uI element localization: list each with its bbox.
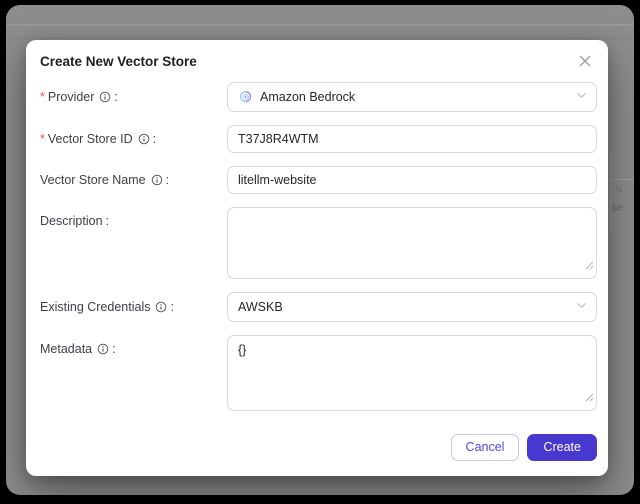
chevron-down-icon — [576, 300, 587, 314]
info-icon[interactable] — [138, 133, 150, 145]
form-row-existing-credentials: Existing Credentials : AWSKB — [40, 292, 597, 322]
background-header-line — [6, 24, 634, 26]
provider-select-value: Amazon Bedrock — [260, 90, 356, 104]
screen: ↑↓ se Create New Vector Store * Provider… — [0, 0, 640, 504]
provider-label-text: Provider — [47, 90, 95, 104]
form-row-description: Description : — [40, 207, 597, 279]
label-colon: : — [105, 214, 110, 228]
label-colon: : — [152, 132, 157, 146]
provider-select[interactable]: Amazon Bedrock — [227, 82, 597, 112]
background-table-row-line — [610, 179, 634, 180]
vector-store-name-label-text: Vector Store Name — [40, 173, 146, 187]
existing-credentials-select-value: AWSKB — [238, 300, 283, 314]
label-colon: : — [112, 342, 116, 356]
vector-store-id-label: * Vector Store ID : — [40, 131, 227, 147]
description-label-text: Description — [40, 214, 103, 228]
required-mark: * — [40, 132, 45, 146]
form-row-vector-store-id: * Vector Store ID : — [40, 125, 597, 153]
form-row-provider: * Provider : Amazon Bedrock — [40, 82, 597, 112]
close-icon — [579, 55, 591, 67]
existing-credentials-label-text: Existing Credentials — [40, 300, 151, 314]
background-table-border — [610, 153, 611, 229]
vector-store-name-label: Vector Store Name : — [40, 172, 227, 188]
description-textarea[interactable] — [227, 207, 597, 279]
form-row-vector-store-name: Vector Store Name : — [40, 166, 597, 194]
chevron-down-icon — [576, 90, 587, 104]
background-table-fragment: ↑↓ se — [610, 153, 634, 229]
background-partial-text: se — [612, 202, 624, 214]
metadata-label: Metadata : — [40, 335, 227, 357]
info-icon[interactable] — [99, 91, 111, 103]
close-button[interactable] — [574, 50, 596, 72]
form-row-metadata: Metadata : {} — [40, 335, 597, 411]
metadata-textarea[interactable]: {} — [227, 335, 597, 411]
description-label: Description : — [40, 207, 227, 229]
metadata-label-text: Metadata — [40, 342, 93, 356]
create-vector-store-modal: Create New Vector Store * Provider : Ama… — [26, 40, 608, 476]
modal-title: Create New Vector Store — [40, 54, 197, 69]
vector-store-id-input[interactable] — [227, 125, 597, 153]
existing-credentials-label: Existing Credentials : — [40, 299, 227, 315]
existing-credentials-select[interactable]: AWSKB — [227, 292, 597, 322]
background-header-line-2 — [6, 38, 634, 39]
sort-icon: ↑↓ — [615, 184, 623, 195]
vector-store-id-label-text: Vector Store ID — [47, 132, 133, 146]
amazon-bedrock-logo-icon — [239, 90, 252, 103]
create-button[interactable]: Create — [527, 434, 597, 461]
vector-store-name-input[interactable] — [227, 166, 597, 194]
label-colon: : — [114, 90, 118, 104]
info-icon[interactable] — [155, 301, 167, 313]
provider-label: * Provider : — [40, 89, 227, 105]
label-colon: : — [170, 300, 174, 314]
cancel-button[interactable]: Cancel — [450, 434, 520, 461]
required-mark: * — [40, 90, 45, 104]
modal-footer: Cancel Create — [40, 434, 597, 461]
label-colon: : — [165, 173, 170, 187]
info-icon[interactable] — [97, 343, 109, 355]
info-icon[interactable] — [151, 174, 163, 186]
